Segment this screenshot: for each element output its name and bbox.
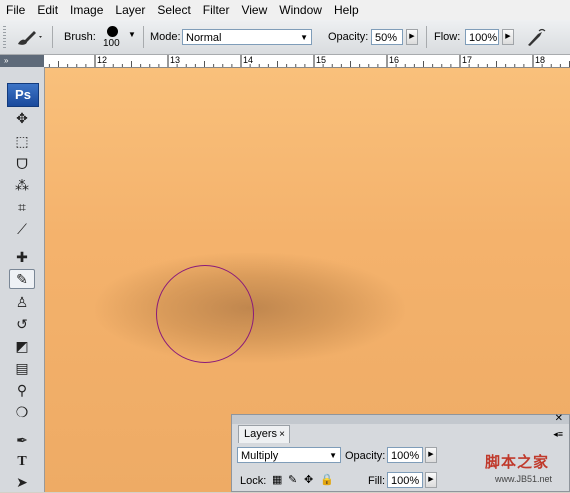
ruler-label: 13 <box>170 55 181 65</box>
mode-dropdown[interactable]: Normal ▼ <box>182 29 312 45</box>
menu-select[interactable]: Select <box>151 0 196 20</box>
mode-value: Normal <box>186 32 222 44</box>
watermark-url: www.JB51.net <box>495 474 553 484</box>
panel-menu-icon[interactable]: ◂≡ <box>553 429 563 440</box>
blend-mode-dropdown[interactable]: Multiply ▼ <box>237 447 341 463</box>
ruler-label: 14 <box>243 55 254 65</box>
opacity-value: 50% <box>375 32 398 44</box>
flow-slider-button[interactable]: ▶ <box>502 29 514 45</box>
brush-label: Brush: <box>64 31 96 43</box>
blur-tool-icon[interactable]: ❍ <box>9 402 35 422</box>
brush-tip-preview <box>107 26 118 37</box>
brush-tool-icon[interactable]: ✎ <box>9 269 35 289</box>
fill-label: Fill: <box>368 475 386 487</box>
menu-bar: File Edit Image Layer Select Filter View… <box>0 0 570 20</box>
menu-edit[interactable]: Edit <box>31 0 64 20</box>
opacity-input[interactable]: 50% <box>371 29 403 45</box>
crop-tool-icon[interactable]: ⌗ <box>9 197 35 217</box>
blend-mode-value: Multiply <box>241 450 279 462</box>
menu-layer[interactable]: Layer <box>109 0 151 20</box>
ruler-label: 18 <box>535 55 546 65</box>
type-tool-icon[interactable]: T <box>9 452 35 472</box>
path-selection-tool-icon[interactable]: ➤ <box>9 472 35 492</box>
layer-opacity-value: 100% <box>391 450 420 462</box>
opacity-slider-button[interactable]: ▶ <box>406 29 418 45</box>
layer-opacity-input[interactable]: 100% <box>387 447 423 463</box>
close-icon[interactable]: ✕ <box>555 413 563 424</box>
lasso-tool-icon[interactable]: ᗜ <box>9 154 35 174</box>
options-bar-grip[interactable] <box>3 26 6 48</box>
chevron-down-icon: ▼ <box>329 451 337 460</box>
toolbox: Ps ✥ ⬚ ᗜ ⁂ ⌗ ⟋ ✚ ✎ ♙ ↺ ◩ ▤ ⚲ ❍ ✒ T ➤ <box>0 67 45 492</box>
brush-size: 100 <box>103 38 120 49</box>
menu-window[interactable]: Window <box>273 0 328 20</box>
collapse-arrows-icon[interactable]: » <box>4 57 8 65</box>
history-brush-tool-icon[interactable]: ↺ <box>9 314 35 334</box>
healing-brush-tool-icon[interactable]: ✚ <box>9 247 35 267</box>
menu-view[interactable]: View <box>235 0 273 20</box>
move-tool-icon[interactable]: ✥ <box>9 108 35 128</box>
brush-picker[interactable]: 100 <box>100 24 124 50</box>
lock-all-icon[interactable]: 🔒 <box>320 473 334 486</box>
watermark-main: 脚本之家 <box>485 454 550 471</box>
mode-label: Mode: <box>150 31 181 43</box>
airbrush-toggle[interactable] <box>524 26 548 48</box>
brush-icon <box>18 31 42 45</box>
layer-opacity-label: Opacity: <box>345 450 386 462</box>
layer-opacity-slider-button[interactable]: ▶ <box>425 447 437 463</box>
brush-cursor <box>156 265 254 363</box>
eraser-tool-icon[interactable]: ◩ <box>9 336 35 356</box>
gradient-tool-icon[interactable]: ▤ <box>9 358 35 378</box>
flow-input[interactable]: 100% <box>465 29 499 45</box>
watermark: 脚本之家 www.JB51.net <box>485 454 570 492</box>
flow-label: Flow: <box>434 31 461 43</box>
clone-stamp-tool-icon[interactable]: ♙ <box>9 292 35 312</box>
fill-slider-button[interactable]: ▶ <box>425 472 437 488</box>
tab-layers-label: Layers <box>244 428 278 440</box>
marquee-tool-icon[interactable]: ⬚ <box>9 131 35 151</box>
options-bar: Brush: 100 ▼ Mode: Normal ▼ Opacity: 50%… <box>0 20 570 55</box>
opacity-label: Opacity: <box>328 31 369 43</box>
tool-preset-picker[interactable] <box>14 27 44 47</box>
ruler-label: 12 <box>97 55 108 65</box>
menu-help[interactable]: Help <box>328 0 365 20</box>
lock-transparency-icon[interactable]: ▦ <box>272 473 282 486</box>
ps-logo[interactable]: Ps <box>7 83 39 107</box>
ruler-label: 17 <box>462 55 473 65</box>
separator <box>143 26 144 48</box>
ruler-label: 15 <box>316 55 327 65</box>
dodge-tool-icon[interactable]: ⚲ <box>9 380 35 400</box>
magic-wand-tool-icon[interactable]: ⁂ <box>9 175 35 195</box>
toolbox-header[interactable]: » <box>0 55 44 67</box>
ruler-ticks <box>48 55 570 67</box>
brush-picker-caret-icon[interactable]: ▼ <box>128 30 136 39</box>
fill-input[interactable]: 100% <box>387 472 423 488</box>
menu-image[interactable]: Image <box>64 0 109 20</box>
chevron-down-icon: ▼ <box>300 33 308 42</box>
menu-file[interactable]: File <box>0 0 31 20</box>
close-tab-icon[interactable]: × <box>279 426 285 443</box>
lock-position-icon[interactable]: ✥ <box>304 473 313 486</box>
lock-image-icon[interactable]: ✎ <box>288 473 297 486</box>
panel-title-strip[interactable] <box>232 415 569 424</box>
flow-value: 100% <box>469 32 498 44</box>
separator <box>52 26 53 48</box>
menu-filter[interactable]: Filter <box>197 0 236 20</box>
pen-tool-icon[interactable]: ✒ <box>9 430 35 450</box>
fill-value: 100% <box>391 475 420 487</box>
lock-label: Lock: <box>240 475 267 487</box>
eyedropper-tool-icon[interactable]: ⟋ <box>9 219 35 239</box>
horizontal-ruler: 12 13 14 15 16 17 18 <box>44 55 570 68</box>
ruler-label: 16 <box>389 55 400 65</box>
tab-layers[interactable]: Layers × <box>238 425 290 443</box>
airbrush-icon <box>528 28 546 46</box>
separator <box>426 26 427 48</box>
